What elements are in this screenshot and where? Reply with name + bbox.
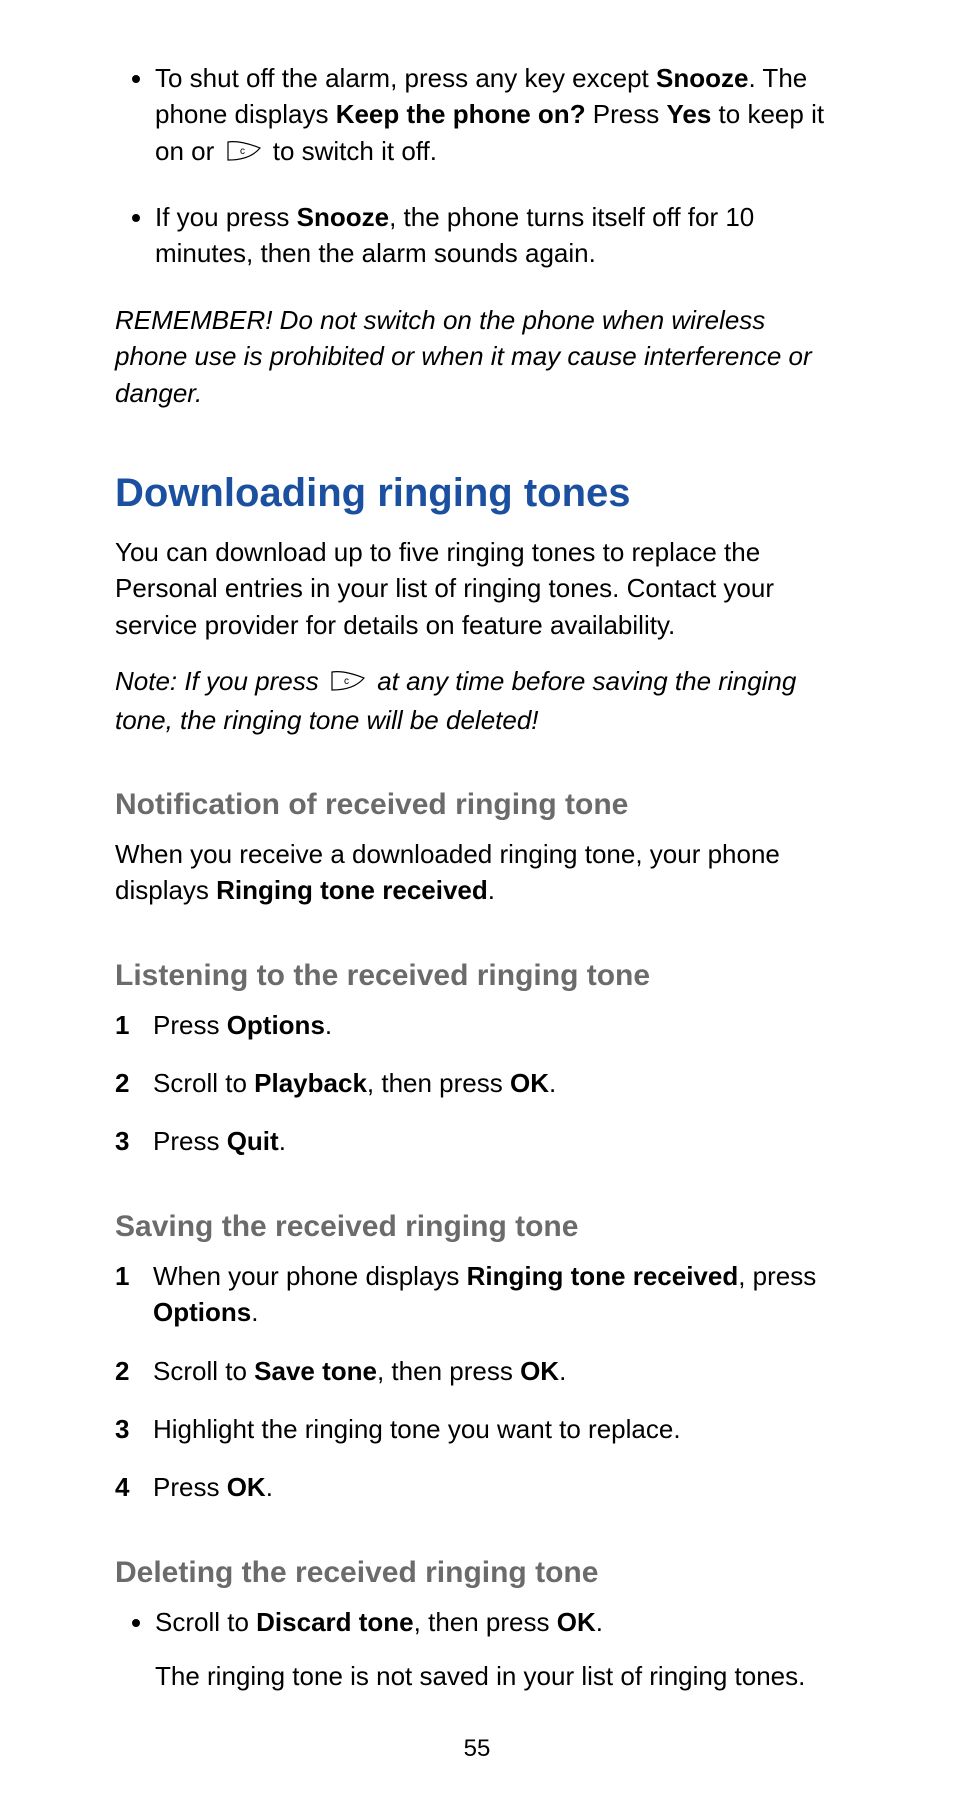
bullet-item-shutoff: To shut off the alarm, press any key exc…: [155, 60, 844, 171]
text: .: [488, 875, 495, 905]
listening-steps: 1 Press Options. 2 Scroll to Playback, t…: [115, 1007, 844, 1160]
subheading-saving: Saving the received ringing tone: [115, 1210, 844, 1244]
note-paragraph: Note: If you press c at any time before …: [115, 663, 844, 738]
text: Press: [586, 99, 667, 129]
step-text: Press OK.: [153, 1469, 844, 1505]
intro-bullet-list: To shut off the alarm, press any key exc…: [115, 60, 844, 272]
bold-playback: Playback: [254, 1068, 367, 1098]
deleting-bullet-list: Scroll to Discard tone, then press OK.: [115, 1604, 844, 1640]
bold-ringing-tone-received: Ringing tone received: [216, 875, 488, 905]
text: , then press: [377, 1356, 520, 1386]
bold-options: Options: [153, 1297, 251, 1327]
document-page: To shut off the alarm, press any key exc…: [0, 0, 954, 1803]
step-text: Scroll to Playback, then press OK.: [153, 1065, 844, 1101]
bullet-item-snooze: If you press Snooze, the phone turns its…: [155, 199, 844, 272]
svg-text:c: c: [344, 676, 349, 687]
bold-ringing-tone-received: Ringing tone received: [467, 1261, 739, 1291]
bold-snooze: Snooze: [656, 63, 748, 93]
text: , then press: [414, 1607, 557, 1637]
text: .: [549, 1068, 556, 1098]
subheading-listening: Listening to the received ringing tone: [115, 959, 844, 993]
text: Scroll to: [155, 1607, 256, 1637]
step-text: Highlight the ringing tone you want to r…: [153, 1411, 844, 1447]
step-text: Press Options.: [153, 1007, 844, 1043]
bold-yes: Yes: [667, 99, 712, 129]
list-item: 4 Press OK.: [115, 1469, 844, 1505]
subheading-deleting: Deleting the received ringing tone: [115, 1556, 844, 1590]
list-item: 1 Press Options.: [115, 1007, 844, 1043]
bold-options: Options: [227, 1010, 325, 1040]
bold-keep-phone-on: Keep the phone on?: [336, 99, 586, 129]
text: .: [266, 1472, 273, 1502]
text: , then press: [367, 1068, 510, 1098]
c-key-icon: c: [226, 135, 262, 171]
list-item: 2 Scroll to Save tone, then press OK.: [115, 1353, 844, 1389]
text: .: [596, 1607, 603, 1637]
step-number: 3: [115, 1123, 153, 1159]
text: Scroll to: [153, 1068, 254, 1098]
list-item: 3 Press Quit.: [115, 1123, 844, 1159]
step-number: 1: [115, 1258, 153, 1331]
bold-snooze: Snooze: [297, 202, 389, 232]
c-key-icon: c: [330, 665, 366, 701]
section-heading-downloading: Downloading ringing tones: [115, 471, 844, 516]
list-item: 3 Highlight the ringing tone you want to…: [115, 1411, 844, 1447]
step-number: 4: [115, 1469, 153, 1505]
text: Press: [153, 1472, 227, 1502]
step-number: 1: [115, 1007, 153, 1043]
text: If you press: [155, 202, 297, 232]
text: Press: [153, 1010, 227, 1040]
subheading-notification: Notification of received ringing tone: [115, 788, 844, 822]
deleting-follow-text: The ringing tone is not saved in your li…: [155, 1658, 844, 1694]
bold-ok: OK: [510, 1068, 549, 1098]
step-text: Scroll to Save tone, then press OK.: [153, 1353, 844, 1389]
bold-save-tone: Save tone: [254, 1356, 377, 1386]
intro-paragraph: You can download up to five ringing tone…: [115, 534, 844, 643]
step-number: 3: [115, 1411, 153, 1447]
bold-quit: Quit: [227, 1126, 279, 1156]
text: .: [325, 1010, 332, 1040]
bullet-item-discard: Scroll to Discard tone, then press OK.: [155, 1604, 844, 1640]
text: To shut off the alarm, press any key exc…: [155, 63, 656, 93]
bold-ok: OK: [227, 1472, 266, 1502]
page-number: 55: [0, 1735, 954, 1763]
text: When your phone displays: [153, 1261, 467, 1291]
text: Press: [153, 1126, 227, 1156]
list-item: 2 Scroll to Playback, then press OK.: [115, 1065, 844, 1101]
saving-steps: 1 When your phone displays Ringing tone …: [115, 1258, 844, 1506]
bold-discard-tone: Discard tone: [256, 1607, 414, 1637]
text: Scroll to: [153, 1356, 254, 1386]
bold-ok: OK: [557, 1607, 596, 1637]
text: .: [251, 1297, 258, 1327]
text: Note: If you press: [115, 666, 326, 696]
notification-text: When you receive a downloaded ringing to…: [115, 836, 844, 909]
svg-text:c: c: [240, 146, 245, 157]
step-number: 2: [115, 1065, 153, 1101]
text: to switch it off.: [266, 136, 437, 166]
list-item: 1 When your phone displays Ringing tone …: [115, 1258, 844, 1331]
remember-note: REMEMBER! Do not switch on the phone whe…: [115, 302, 844, 411]
text: .: [279, 1126, 286, 1156]
step-number: 2: [115, 1353, 153, 1389]
text: .: [559, 1356, 566, 1386]
bold-ok: OK: [520, 1356, 559, 1386]
step-text: Press Quit.: [153, 1123, 844, 1159]
step-text: When your phone displays Ringing tone re…: [153, 1258, 844, 1331]
text: , press: [738, 1261, 816, 1291]
